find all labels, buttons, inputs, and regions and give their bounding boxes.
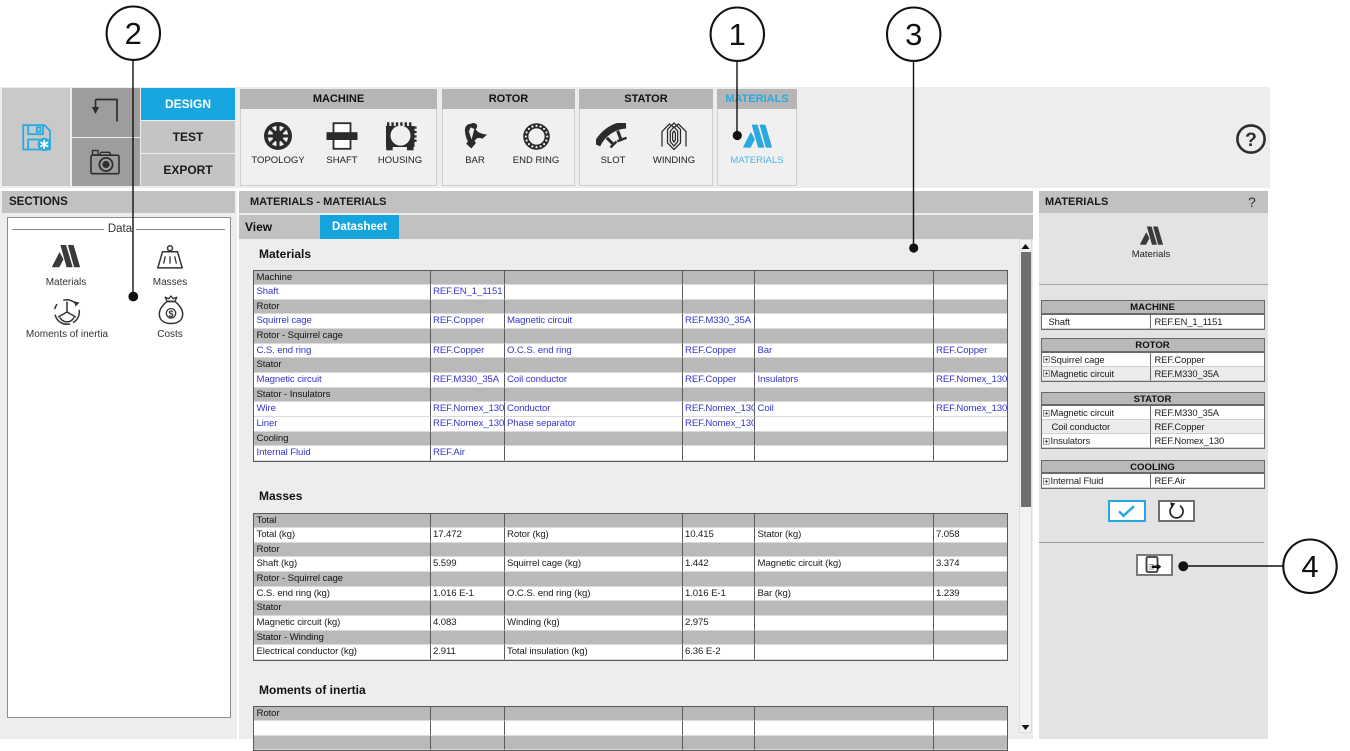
svg-text:4: 4 xyxy=(1301,549,1318,584)
svg-text:3: 3 xyxy=(905,17,922,52)
svg-text:2: 2 xyxy=(125,16,142,51)
svg-text:1: 1 xyxy=(729,17,746,52)
